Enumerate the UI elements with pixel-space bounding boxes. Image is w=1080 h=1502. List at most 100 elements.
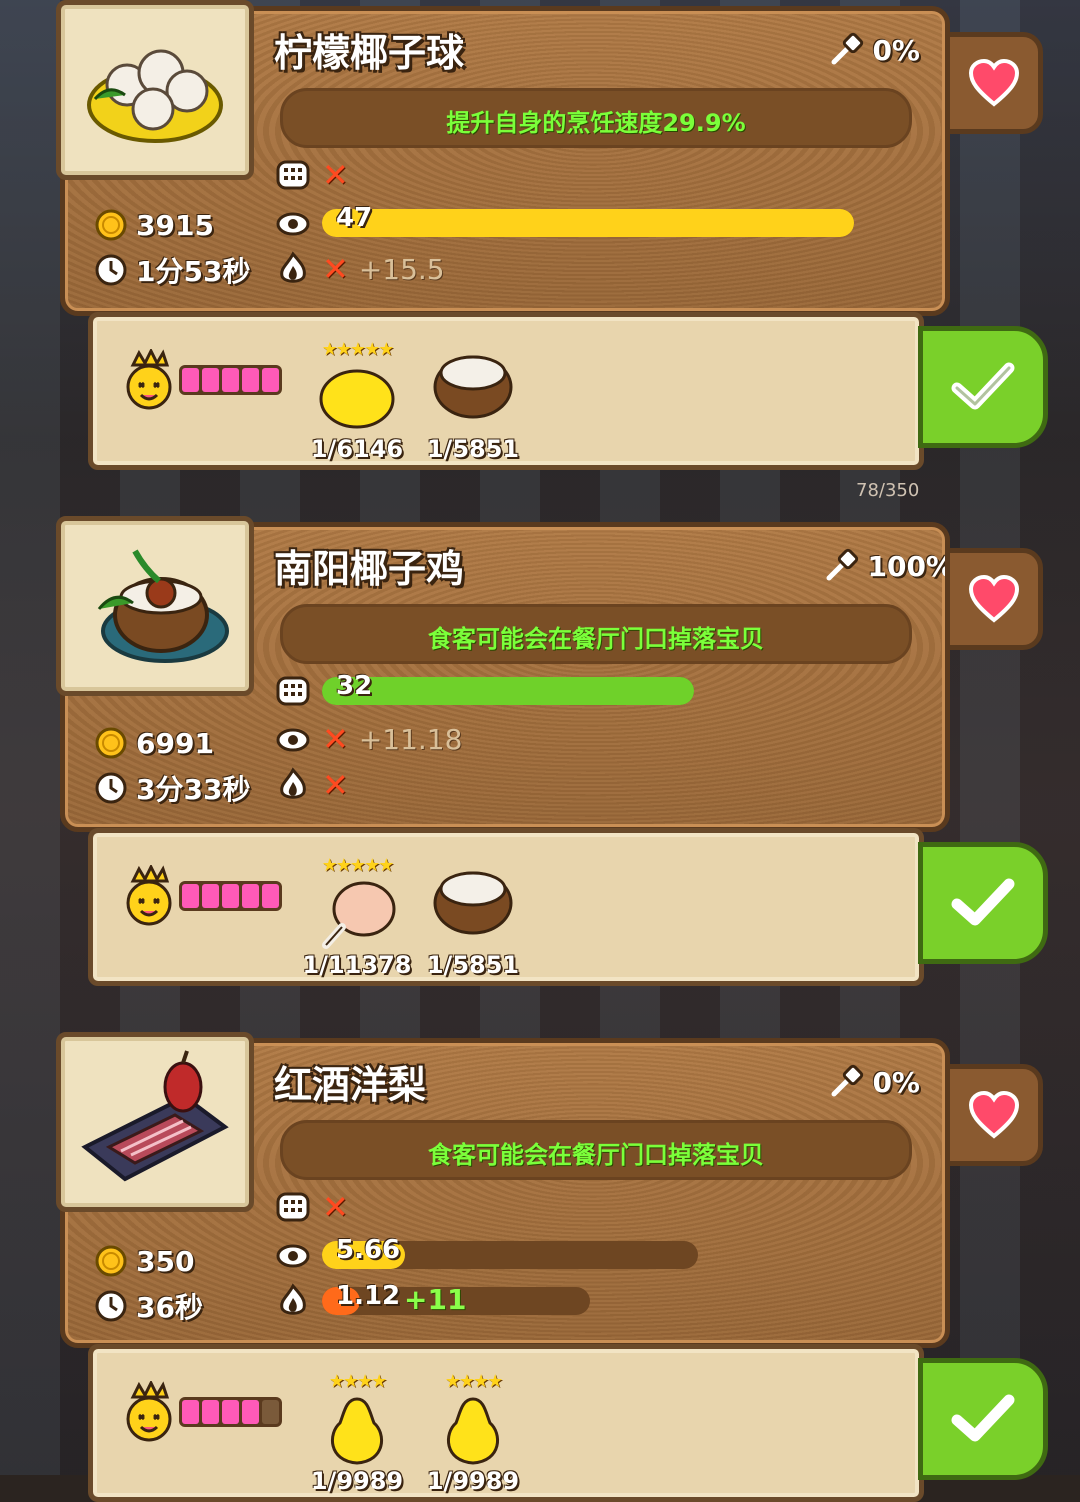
ingredient-pear[interactable]: ★★★★ 1/9989: [413, 1373, 533, 1496]
heat-bar: 1.12 +11: [322, 1281, 590, 1316]
appeal-bar-fill: [322, 209, 854, 237]
level-pip: [222, 368, 239, 392]
eye-icon: [276, 728, 310, 752]
heat-value: 1.12: [336, 1281, 401, 1311]
capacity-counter: 78/350: [856, 480, 920, 501]
ingredient-pear[interactable]: ★★★★ 1/9989: [297, 1371, 417, 1496]
level-pip: [242, 884, 259, 908]
recipe-title: 柠檬椰子球: [274, 31, 465, 75]
level-pip-empty: [262, 1400, 279, 1424]
stat-row-view: 47: [274, 202, 854, 244]
percent-value: 0%: [872, 1065, 920, 1099]
stat-row-fire: 1.12 +11: [274, 1280, 590, 1322]
confirm-button[interactable]: [918, 1358, 1048, 1480]
level-pip: [242, 1400, 259, 1424]
effect-banner: 食客可能会在餐厅门口掉落宝贝: [280, 604, 912, 664]
coconut-icon: [433, 355, 513, 419]
flame-icon: [280, 251, 306, 283]
time-value: 3分33秒: [136, 773, 251, 806]
level-pip: [242, 368, 259, 392]
checkmark-icon: [951, 878, 1015, 926]
coin-value: 6991: [136, 726, 214, 760]
ingredient-coconut[interactable]: 1/5851: [413, 341, 533, 463]
heart-icon: [968, 58, 1020, 107]
coin-stat: 3915: [94, 208, 214, 242]
effect-text: 食客可能会在餐厅门口掉落宝贝: [428, 625, 764, 653]
ingredient-lemon[interactable]: ★★★★★ 1/6146: [297, 339, 417, 464]
clock-icon: [95, 1290, 127, 1322]
locked-x-icon: ✕: [322, 156, 349, 194]
chef-face-icon: [126, 349, 172, 410]
chicken-leg-icon: [322, 881, 396, 949]
spatula-icon: [831, 32, 864, 65]
chef-level: [123, 1381, 282, 1443]
effect-banner: 提升自身的烹饪速度29.9%: [280, 88, 912, 148]
level-pip: [182, 368, 199, 392]
ingredient-stars: ★★★★: [328, 1371, 388, 1392]
level-pip: [182, 1400, 199, 1424]
favorite-button[interactable]: [945, 1064, 1043, 1166]
flame-icon: [280, 767, 306, 799]
eye-icon: [276, 1244, 310, 1268]
ingredient-stars: ★★★★★: [321, 339, 395, 360]
chef-level-pips: [179, 365, 282, 395]
ingredient-panel: ★★★★ 1/9989 ★★★★ 1/9989: [88, 1344, 924, 1502]
confirm-button[interactable]: [918, 842, 1048, 964]
pear-icon: [447, 1397, 499, 1465]
favorite-button[interactable]: [945, 32, 1043, 134]
coin-stat: 6991: [94, 726, 214, 760]
stat-row-view: 5.66: [274, 1234, 698, 1276]
level-pip: [202, 368, 219, 392]
pear-icon: [331, 1397, 383, 1465]
clock-icon: [95, 254, 127, 286]
menu-board-icon: [276, 160, 310, 190]
mastery-percent: 0%: [828, 32, 920, 68]
chef-level: [123, 349, 282, 411]
coin-icon: [95, 727, 127, 759]
recipe-title: 南阳椰子鸡: [274, 547, 465, 591]
flame-icon: [280, 1283, 306, 1315]
checkmark-icon: [951, 1394, 1015, 1442]
time-value: 1分53秒: [136, 255, 251, 288]
appeal-value: 47: [336, 203, 373, 233]
dish-image[interactable]: [56, 0, 254, 180]
recipe-card: 南阳椰子鸡 100% 食客可能会在餐厅门口掉落宝贝 32 ✕ +11.18 ✕ …: [0, 516, 1080, 986]
ingredient-count: 1/9989: [426, 1467, 520, 1495]
dish-image[interactable]: [56, 1032, 254, 1212]
time-stat: 1分53秒: [94, 250, 250, 290]
chef-level-pips: [179, 1397, 282, 1427]
confirm-button[interactable]: [918, 326, 1048, 448]
locked-x-icon: ✕: [322, 1188, 349, 1226]
percent-value: 0%: [872, 33, 920, 67]
level-pip: [182, 884, 199, 908]
ingredient-chicken[interactable]: ★★★★★ 1/11378: [297, 857, 417, 980]
chef-level: [123, 865, 282, 927]
coin-icon: [95, 209, 127, 241]
dish-image[interactable]: [56, 516, 254, 696]
chef-face-icon: [126, 1381, 172, 1442]
menu-bar: 32: [322, 671, 694, 705]
favorite-button[interactable]: [945, 548, 1043, 650]
level-pip: [202, 1400, 219, 1424]
ingredient-coconut[interactable]: 1/5851: [413, 857, 533, 979]
time-stat: 36秒: [94, 1286, 203, 1326]
level-pip: [262, 368, 279, 392]
appeal-bar: 47: [322, 203, 854, 237]
coin-value: 350: [136, 1244, 195, 1278]
bonus-value: +11.18: [358, 722, 463, 756]
ingredient-panel: ★★★★★ 1/6146 1/5851: [88, 312, 924, 470]
stat-row-view: ✕ +11.18: [274, 718, 462, 760]
percent-value: 100%: [867, 549, 954, 583]
stat-row-fire: ✕: [274, 764, 349, 806]
menu-board-icon: [276, 1192, 310, 1222]
stat-row-fire: ✕ +15.5: [274, 248, 445, 290]
stat-row-menu: ✕: [274, 1186, 349, 1228]
effect-text: 食客可能会在餐厅门口掉落宝贝: [428, 1141, 764, 1169]
mastery-percent: 0%: [828, 1064, 920, 1100]
locked-x-icon: ✕: [322, 766, 349, 804]
ingredient-panel: ★★★★★ 1/11378 1/5851: [88, 828, 924, 986]
coin-value: 3915: [136, 208, 214, 242]
coconut-icon: [433, 871, 513, 935]
recipe-card: 红酒洋梨 0% 食客可能会在餐厅门口掉落宝贝 ✕ 5.66 1.12 +11 3…: [0, 1032, 1080, 1502]
ingredient-count: 1/5851: [426, 435, 520, 463]
